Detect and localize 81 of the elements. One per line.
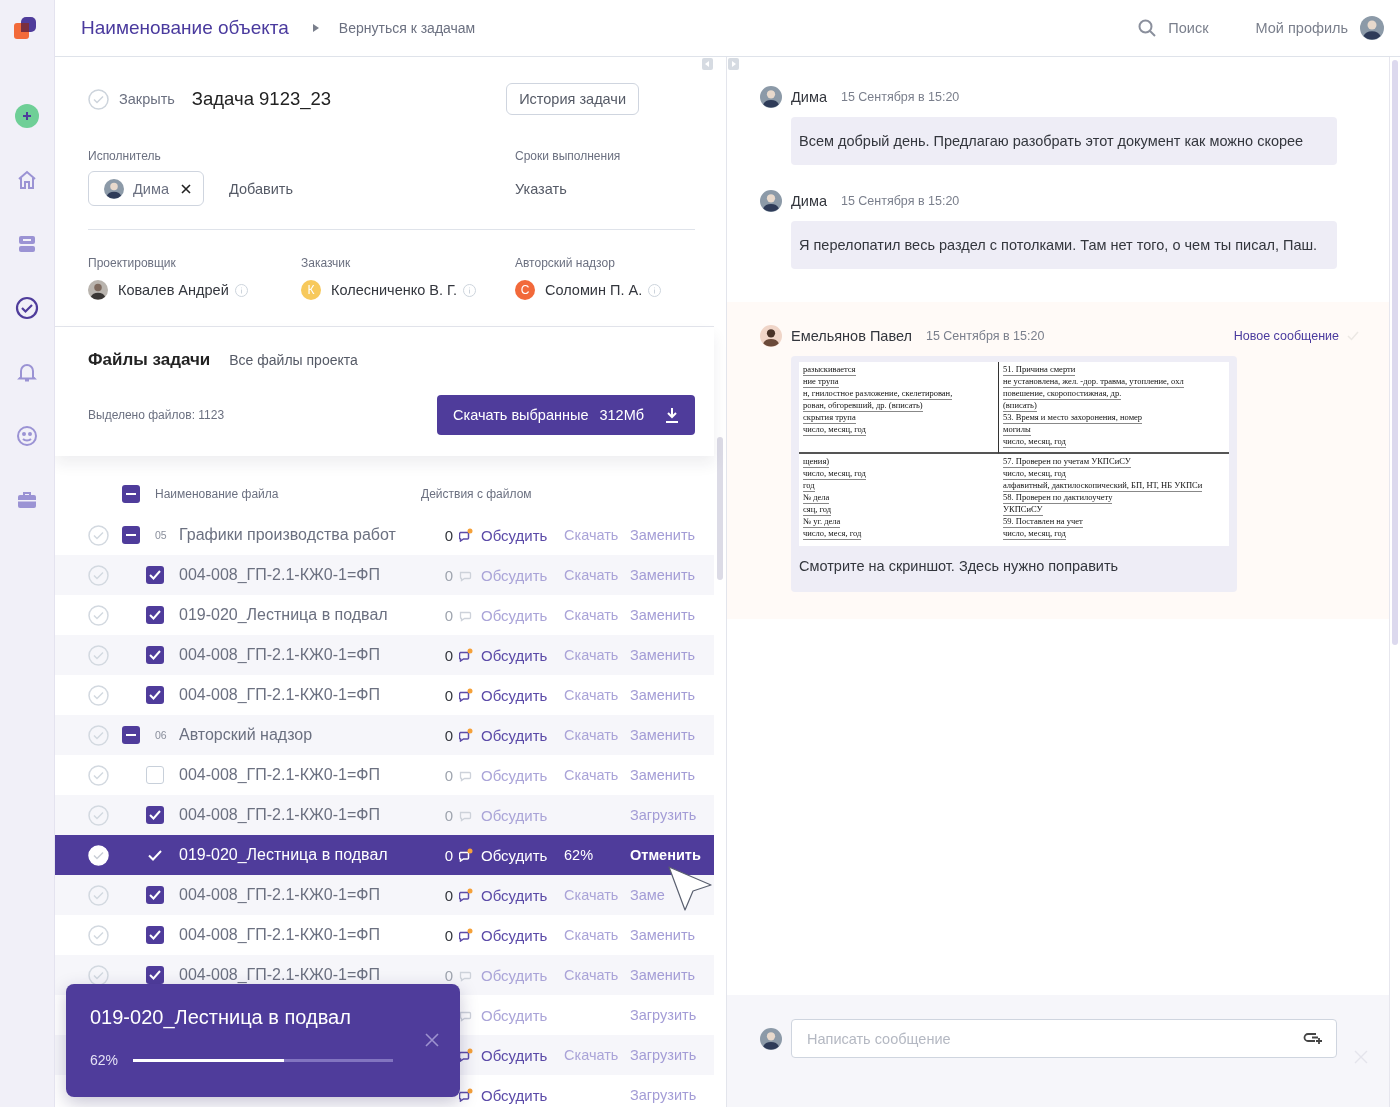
document-text: число, месяц, год	[803, 468, 866, 480]
document-text: число, месяц, год	[803, 424, 866, 436]
file-name: 004-008_ГП-2.1-КЖ0-1=ФП	[179, 766, 381, 784]
author-name: Дима	[791, 193, 827, 209]
document-text: (вписать)	[1003, 400, 1037, 412]
document-text: скрытия трупа	[803, 412, 856, 424]
document-text: 58. Проверен по дактилоучету	[1003, 492, 1113, 504]
upload-file-name: 019-020_Лестница в подвал	[90, 1006, 352, 1029]
upload-percent: 62%	[90, 1052, 120, 1068]
document-text: ние трупа	[803, 376, 839, 388]
column-header: Наименование файла	[155, 487, 280, 501]
file-name: Авторский надзор	[179, 726, 314, 744]
comment-count: 0	[443, 846, 453, 864]
document-text: число, месяц, год	[1003, 528, 1066, 540]
assignee-name: Дима	[133, 180, 169, 197]
file-name: 004-008_ГП-2.1-КЖ0-1=ФП	[179, 926, 381, 944]
file-name: 004-008_ГП-2.1-КЖ0-1=ФП	[179, 566, 381, 584]
role-label: Заказчик	[301, 255, 352, 271]
document-text: разыскивается	[803, 364, 856, 376]
group-number: 05	[155, 529, 167, 541]
document-text: повешение, скоропостижная, др.	[1003, 388, 1122, 400]
message-text: Смотрите на скриншот. Здесь нужно поправить	[799, 557, 1120, 576]
document-text: число, месяц, год	[1003, 436, 1066, 448]
document-text: число, меся, год	[803, 528, 862, 540]
file-name: 004-008_ГП-2.1-КЖ0-1=ФП	[179, 646, 381, 664]
file-name: 004-008_ГП-2.1-КЖ0-1=ФП	[179, 966, 381, 984]
comment-count: 0	[443, 566, 453, 584]
comment-count: 0	[443, 766, 453, 784]
comment-count: 0	[443, 686, 453, 704]
document-text: УКПСиСУ	[1003, 504, 1043, 516]
document-text: № уг. дела	[803, 516, 841, 528]
role-label: Авторский надзор	[515, 255, 616, 271]
document-text: № дела	[803, 492, 830, 504]
document-text: 57. Проверен по учетам УКПСиСУ	[1003, 456, 1131, 468]
file-name: 019-020_Лестница в подвал	[179, 606, 389, 624]
file-name: 004-008_ГП-2.1-КЖ0-1=ФП	[179, 886, 381, 904]
document-text: 59. Поставлен на учет	[1003, 516, 1083, 528]
message-time: 15 Сентября в 15:20	[840, 90, 960, 104]
message-text: Я перелопатил весь раздел с потолками. Там нет того, о чем ты писал, Паш.	[799, 237, 1318, 253]
document-text: могилы	[1003, 424, 1031, 436]
author-name: Дима	[791, 89, 827, 105]
document-text: 51. Причина смерти	[1003, 364, 1076, 376]
comment-count: 0	[443, 726, 453, 744]
message-time: 15 Сентября в 15:20	[925, 329, 1045, 343]
file-name: 019-020_Лестница в подвал	[179, 846, 389, 864]
document-text: 53. Время и место захоронения, номер	[1003, 412, 1143, 424]
comment-count: 0	[443, 926, 453, 944]
file-name: Графики производства работ	[179, 526, 397, 544]
avatar-initial: С	[515, 280, 535, 300]
comment-count: 0	[443, 646, 453, 664]
comment-count: 0	[443, 606, 453, 624]
document-text: сяц, год	[803, 504, 832, 516]
message-text: Всем добрый день. Предлагаю разобрать этот документ как можно скорее	[799, 133, 1304, 149]
document-text: алфавитный, дактилоскопический, БП, НТ, НБ УКПСи	[1003, 480, 1203, 492]
document-text: число, месяц, год	[1003, 468, 1066, 480]
comment-count: 0	[443, 886, 453, 904]
person-name: Соломин П. А.	[545, 282, 643, 298]
field-label: Сроки выполнения	[515, 148, 622, 164]
person-name: Ковалев Андрей	[118, 282, 229, 298]
document-text: н, гнилостное разложение, скелетирован,	[803, 388, 953, 400]
document-text: щения)	[803, 456, 830, 468]
file-name: 004-008_ГП-2.1-КЖ0-1=ФП	[179, 686, 381, 704]
author-name: Емельянов Павел	[791, 328, 912, 344]
group-number: 06	[155, 729, 167, 741]
selected-count: Выделено файлов: 1123	[88, 408, 225, 422]
avatar-initial: К	[301, 280, 321, 300]
files-title: Файлы задачи	[88, 350, 211, 370]
task-title: Задача 9123_23	[191, 88, 332, 110]
file-name: 004-008_ГП-2.1-КЖ0-1=ФП	[179, 806, 381, 824]
new-message-label: Новое сообщение	[1233, 329, 1339, 343]
comment-count: 0	[443, 526, 453, 544]
person-name: Колесниченко В. Г.	[331, 282, 458, 298]
document-text: не установлена, жел. -дор. травма, утопление, охл	[1003, 376, 1184, 388]
role-label: Проектировщик	[88, 255, 177, 271]
document-text: рован, обгоревший, др. (вписать)	[803, 400, 923, 412]
field-label: Исполнитель	[88, 148, 162, 164]
comment-count: 0	[443, 806, 453, 824]
comment-count: 0	[443, 966, 453, 984]
column-header: Действия с файлом	[421, 487, 532, 501]
document-text: год	[803, 480, 815, 492]
message-time: 15 Сентября в 15:20	[840, 194, 960, 208]
